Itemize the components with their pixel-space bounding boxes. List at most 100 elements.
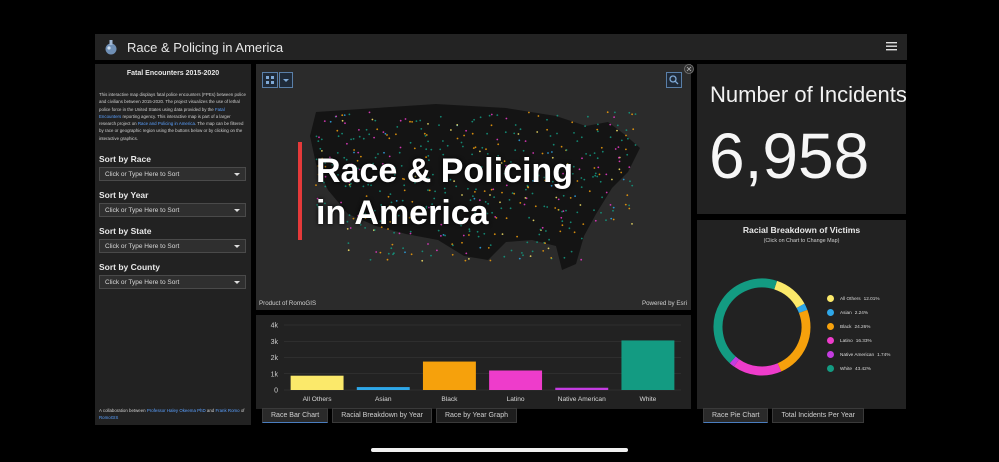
incident-count-panel: Number of Incidents 6,958 (697, 64, 906, 214)
y-tick-label: 0 (274, 388, 278, 395)
sidebar-description: This interactive map displays fatal poli… (99, 91, 247, 142)
legend-item[interactable]: All Others 12.01% (827, 291, 890, 305)
slice-black[interactable] (777, 309, 811, 372)
globe-logo-icon (103, 38, 119, 56)
legend-item[interactable]: Native American 1.74% (827, 347, 890, 361)
legend-percent: 43.42% (854, 365, 871, 371)
legend-item[interactable]: Latino 16.33% (827, 333, 890, 347)
hamburger-menu-icon[interactable] (885, 39, 899, 53)
legend-percent: 12.01% (863, 295, 880, 301)
legend-item[interactable]: White 43.42% (827, 361, 890, 375)
legend-item[interactable]: Black 24.26% (827, 319, 890, 333)
pie-legend: All Others 12.01% Asian 2.24% Black 24.26% Lat… (827, 291, 890, 375)
slice-native-american[interactable] (729, 356, 740, 367)
basemap-gallery-icon[interactable] (262, 72, 278, 88)
home-indicator (371, 448, 628, 452)
tab-race-pie-chart[interactable]: Race Pie Chart (703, 408, 769, 423)
x-tick-label: Black (441, 396, 458, 403)
sort-by-state-label: Sort by State (99, 226, 152, 237)
legend-percent: 24.26% (854, 323, 871, 329)
layer-dropdown-icon[interactable] (279, 72, 293, 88)
race-bar-chart[interactable]: 0 1k 2k 3k 4k All Others Asian Black Latino Nativ… (256, 315, 691, 409)
racial-breakdown-panel: Racial Breakdown of Victims (Click on Ch… (697, 220, 906, 409)
bar-chart-tabs: Race Bar Chart Racial Breakdown by Year … (262, 408, 518, 423)
legend-item[interactable]: Asian 2.24% (827, 305, 890, 319)
title-accent-bar (298, 142, 302, 240)
x-tick-label: All Others (303, 396, 333, 403)
collab-text-suffix: of (240, 407, 245, 413)
race-bar-chart-panel: 0 1k 2k 3k 4k All Others Asian Black Latino Nativ… (256, 315, 691, 409)
overlay-title-line-2: in America (316, 194, 489, 232)
legend-percent: 2.24% (854, 309, 869, 315)
collab-text-mid: and (206, 407, 215, 413)
slice-white[interactable] (713, 278, 777, 364)
tab-racial-breakdown-by-year[interactable]: Racial Breakdown by Year (332, 408, 432, 423)
legend-swatch (827, 364, 834, 372)
y-tick-label: 3k (271, 339, 279, 346)
bar-latino[interactable] (489, 370, 543, 391)
collaborator-link-1[interactable]: Professor Haley Okeema PhD (147, 408, 206, 413)
sort-by-race-select[interactable]: Click or Type Here to Sort (99, 167, 246, 182)
app-title: Race & Policing in America (127, 39, 284, 55)
legend-swatch (827, 308, 834, 316)
incident-map[interactable]: Race & Policing in America Product of Ro… (256, 64, 691, 310)
sort-by-county-label: Sort by County (99, 262, 160, 273)
select-placeholder: Click or Type Here to Sort (105, 171, 180, 179)
x-tick-label: Native American (558, 396, 606, 403)
select-placeholder: Click or Type Here to Sort (105, 279, 180, 287)
legend-label: White (840, 365, 852, 371)
pie-chart-tabs: Race Pie Chart Total Incidents Per Year (703, 408, 865, 423)
tab-race-by-year-graph[interactable]: Race by Year Graph (435, 408, 518, 423)
sort-by-year-label: Sort by Year (99, 190, 149, 201)
bar-asian[interactable] (356, 387, 410, 390)
incident-count-value: 6,958 (709, 120, 870, 192)
research-project-link[interactable]: Race and Policing in America (138, 121, 195, 126)
bar-native-american[interactable] (555, 387, 609, 390)
collaboration-credit: A collaboration between Professor Haley … (99, 407, 249, 421)
slice-latino[interactable] (733, 359, 782, 376)
sidebar-title: Fatal Encounters 2015-2020 (126, 70, 220, 77)
filter-sidebar: Fatal Encounters 2015-2020 This interact… (95, 64, 251, 425)
bar-white[interactable] (621, 340, 675, 390)
collaborator-link-2[interactable]: Frank Romo (215, 408, 239, 413)
racial-breakdown-donut[interactable] (707, 272, 817, 382)
map-attribution-left: Product of RomoGIS (259, 300, 317, 307)
legend-swatch (827, 350, 834, 358)
legend-label: Black (840, 323, 852, 329)
bar-all-others[interactable] (290, 375, 344, 390)
expand-icon[interactable] (684, 61, 694, 74)
legend-label: All Others (840, 295, 861, 301)
romogis-link[interactable]: RomoGIS (99, 415, 118, 420)
select-placeholder: Click or Type Here to Sort (105, 243, 180, 251)
map-overlay-title: Race & Policing in America (316, 150, 573, 234)
legend-percent: 1.74% (877, 351, 891, 357)
sort-by-year-select[interactable]: Click or Type Here to Sort (99, 203, 246, 218)
y-tick-label: 2k (271, 355, 279, 362)
slice-asian[interactable] (796, 303, 808, 314)
collab-text: A collaboration between (99, 407, 146, 413)
legend-percent: 16.33% (855, 337, 872, 343)
x-tick-label: White (639, 396, 656, 403)
legend-swatch (827, 294, 834, 302)
legend-label: Latino (840, 337, 853, 343)
app-root: Race & Policing in America Fatal Encount… (0, 0, 999, 462)
slice-all-others[interactable] (774, 280, 805, 309)
sort-by-state-select[interactable]: Click or Type Here to Sort (99, 239, 246, 254)
pie-chart-title: Racial Breakdown of Victims (742, 225, 861, 235)
map-attribution-right[interactable]: Powered by Esri (642, 300, 687, 307)
bar-black[interactable] (422, 361, 476, 390)
dropdown-caret-icon (234, 173, 240, 177)
dropdown-caret-icon (234, 245, 240, 249)
sort-by-county-select[interactable]: Click or Type Here to Sort (99, 275, 246, 290)
legend-swatch (827, 322, 834, 330)
tab-race-bar-chart[interactable]: Race Bar Chart (262, 408, 329, 423)
tab-total-incidents-per-year[interactable]: Total Incidents Per Year (772, 408, 865, 423)
search-icon[interactable] (666, 72, 682, 88)
y-tick-label: 1k (271, 371, 279, 378)
select-placeholder: Click or Type Here to Sort (105, 207, 180, 215)
x-tick-label: Asian (375, 396, 392, 403)
pie-chart-subtitle: (Click on Chart to Change Map) (763, 238, 840, 244)
overlay-title-line-1: Race & Policing (316, 152, 573, 190)
incident-count-label: Number of Incidents (710, 82, 906, 107)
sort-by-race-label: Sort by Race (99, 154, 151, 165)
